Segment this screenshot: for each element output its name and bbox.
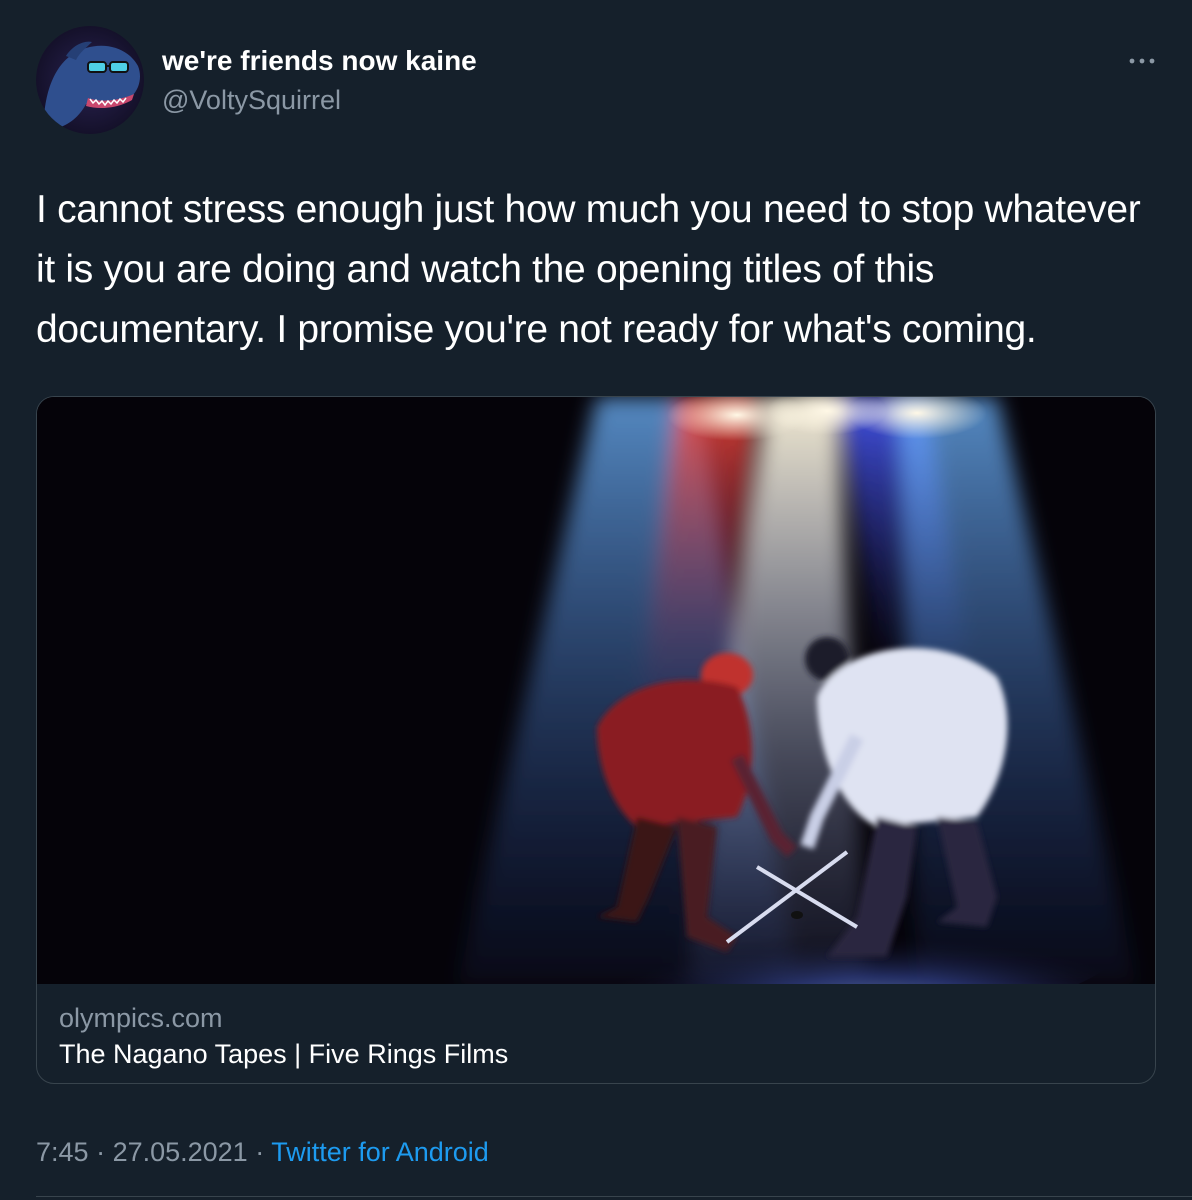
author-avatar[interactable] (36, 26, 144, 134)
hockey-faceoff-image (37, 397, 1155, 1027)
tweet-date[interactable]: 27.05.2021 (113, 1137, 248, 1167)
meta-separator: · (247, 1137, 272, 1167)
author-display-name[interactable]: we're friends now kaine (162, 44, 477, 78)
tweet-time[interactable]: 7:45 (36, 1137, 89, 1167)
link-card-title: The Nagano Tapes | Five Rings Films (59, 1039, 509, 1069)
bottom-divider (36, 1196, 1192, 1197)
more-options-button[interactable] (1122, 46, 1162, 76)
tweet-meta: 7:45 · 27.05.2021 · Twitter for Android (36, 1134, 489, 1170)
tweet-source-link[interactable]: Twitter for Android (271, 1137, 489, 1167)
link-preview-card[interactable]: olympics.com The Nagano Tapes | Five Rin… (36, 396, 1156, 1084)
meta-separator: · (88, 1137, 113, 1167)
tweet-text: I cannot stress enough just how much you… (36, 188, 1141, 351)
dinosaur-avatar-icon (36, 26, 144, 134)
more-options-icon (1129, 58, 1155, 64)
link-preview-image[interactable] (37, 397, 1155, 1027)
link-card-domain: olympics.com (59, 1003, 223, 1033)
author-handle[interactable]: @VoltySquirrel (162, 83, 341, 117)
